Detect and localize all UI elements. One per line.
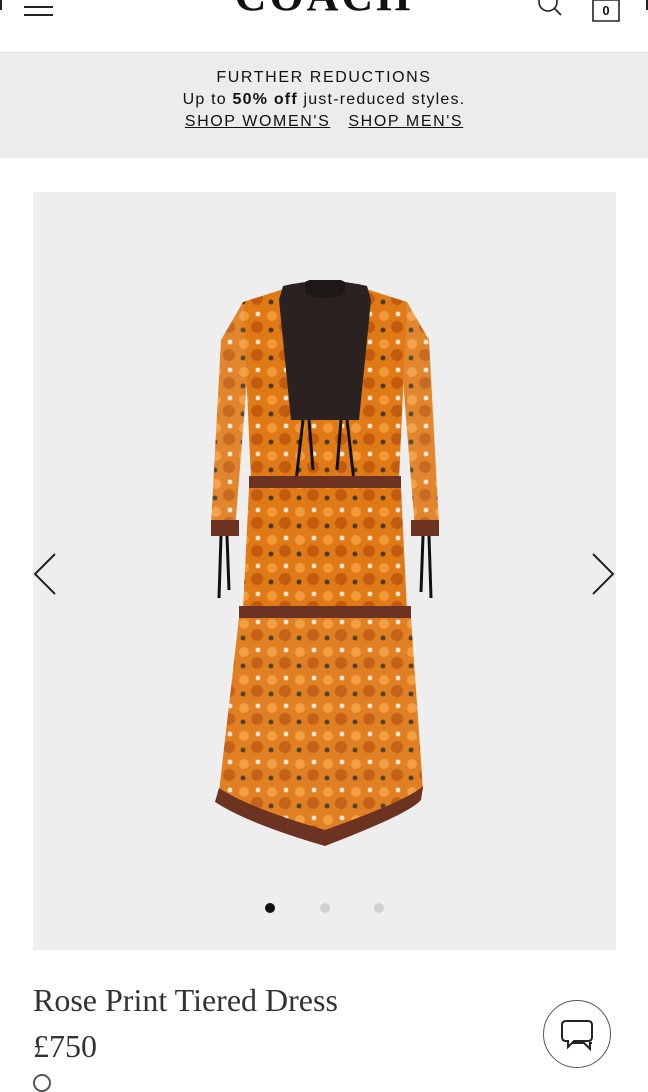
promo-title: FURTHER REDUCTIONS: [216, 69, 432, 86]
chat-button[interactable]: [543, 1000, 611, 1068]
pagination-dot-2[interactable]: [319, 903, 330, 913]
promo-sub-prefix: Up to: [182, 91, 233, 108]
skirt-tier-lower: [219, 618, 423, 832]
bag-count: 0: [602, 3, 610, 18]
shop-womens-link[interactable]: SHOP WOMEN'S: [185, 113, 331, 130]
shopping-bag-button[interactable]: 0: [590, 0, 622, 24]
right-sleeve: [403, 302, 439, 530]
skirt-tier-upper: [243, 488, 407, 610]
partial-icon: [33, 1074, 51, 1092]
image-pagination: [33, 900, 616, 918]
product-name: Rose Print Tiered Dress: [33, 982, 338, 1018]
promo-banner: FURTHER REDUCTIONS Up to 50% off just-re…: [0, 53, 648, 158]
promo-discount: 50% off: [232, 91, 298, 108]
site-header: COACH 0: [0, 0, 648, 53]
product-image: [211, 280, 439, 846]
search-icon[interactable]: [536, 0, 566, 22]
left-sleeve: [211, 302, 247, 530]
pagination-dot-1[interactable]: [265, 903, 276, 913]
chevron-right-icon[interactable]: [589, 550, 617, 598]
promo-links: SHOP WOMEN'S SHOP MEN'S: [0, 113, 648, 131]
right-cuff: [411, 520, 439, 536]
chat-bubbles-icon: [561, 1020, 593, 1052]
left-cuff: [211, 520, 239, 536]
promo-subtitle: Up to 50% off just-reduced styles.: [0, 91, 648, 109]
product-price: £750: [33, 1028, 97, 1064]
pagination-dot-3[interactable]: [373, 903, 384, 913]
chevron-left-icon[interactable]: [31, 550, 59, 598]
lace-yoke: [279, 281, 371, 420]
product-gallery[interactable]: [33, 192, 616, 950]
shop-mens-link[interactable]: SHOP MEN'S: [348, 113, 463, 130]
promo-sub-suffix: just-reduced styles.: [297, 91, 466, 108]
waist-trim: [249, 476, 401, 488]
